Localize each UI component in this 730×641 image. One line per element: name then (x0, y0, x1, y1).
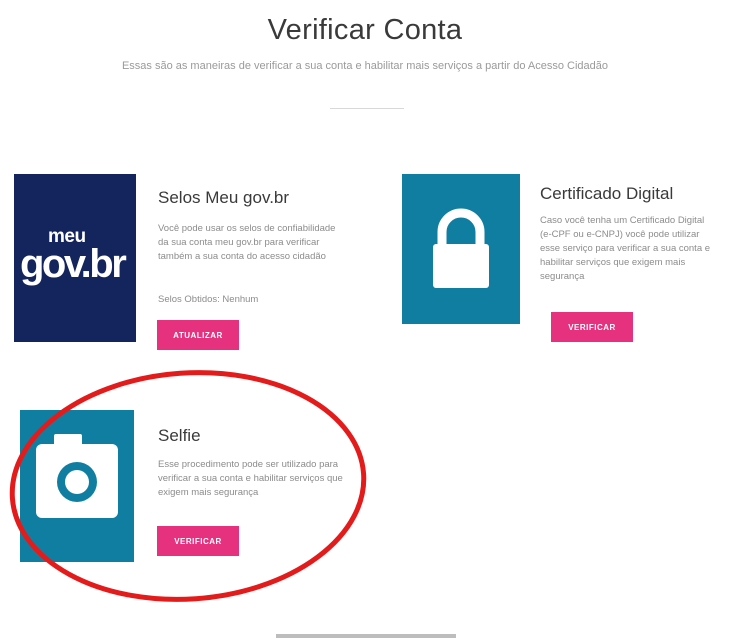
card-title-selos: Selos Meu gov.br (158, 188, 290, 207)
verify-selfie-button[interactable]: VERIFICAR (157, 526, 239, 556)
card-description-certificado: Caso você tenha um Certificado Digital (… (540, 215, 711, 282)
footer-bar (276, 634, 456, 638)
camera-icon (36, 434, 118, 518)
page-title: Verificar Conta (267, 14, 463, 46)
title-divider (330, 108, 404, 109)
card-extra-selos: Selos Obtidos: Nenhum (158, 294, 259, 305)
lock-icon (433, 208, 489, 288)
govbr-logo-image: meu gov.br (14, 174, 136, 342)
selfie-image (20, 410, 134, 562)
verify-certificado-button[interactable]: VERIFICAR (551, 312, 633, 342)
card-description-selos: Você pode usar os selos de confiabilidad… (158, 223, 336, 262)
card-title-selfie: Selfie (158, 426, 201, 445)
card-title-certificado: Certificado Digital (540, 184, 674, 203)
page-subtitle: Essas são as maneiras de verificar a sua… (121, 60, 609, 72)
card-description-selfie: Esse procedimento pode ser utilizado par… (158, 459, 343, 498)
certificado-image (402, 174, 520, 324)
govbr-logo-text-large: gov.br (20, 242, 127, 286)
update-button[interactable]: ATUALIZAR (157, 320, 239, 350)
